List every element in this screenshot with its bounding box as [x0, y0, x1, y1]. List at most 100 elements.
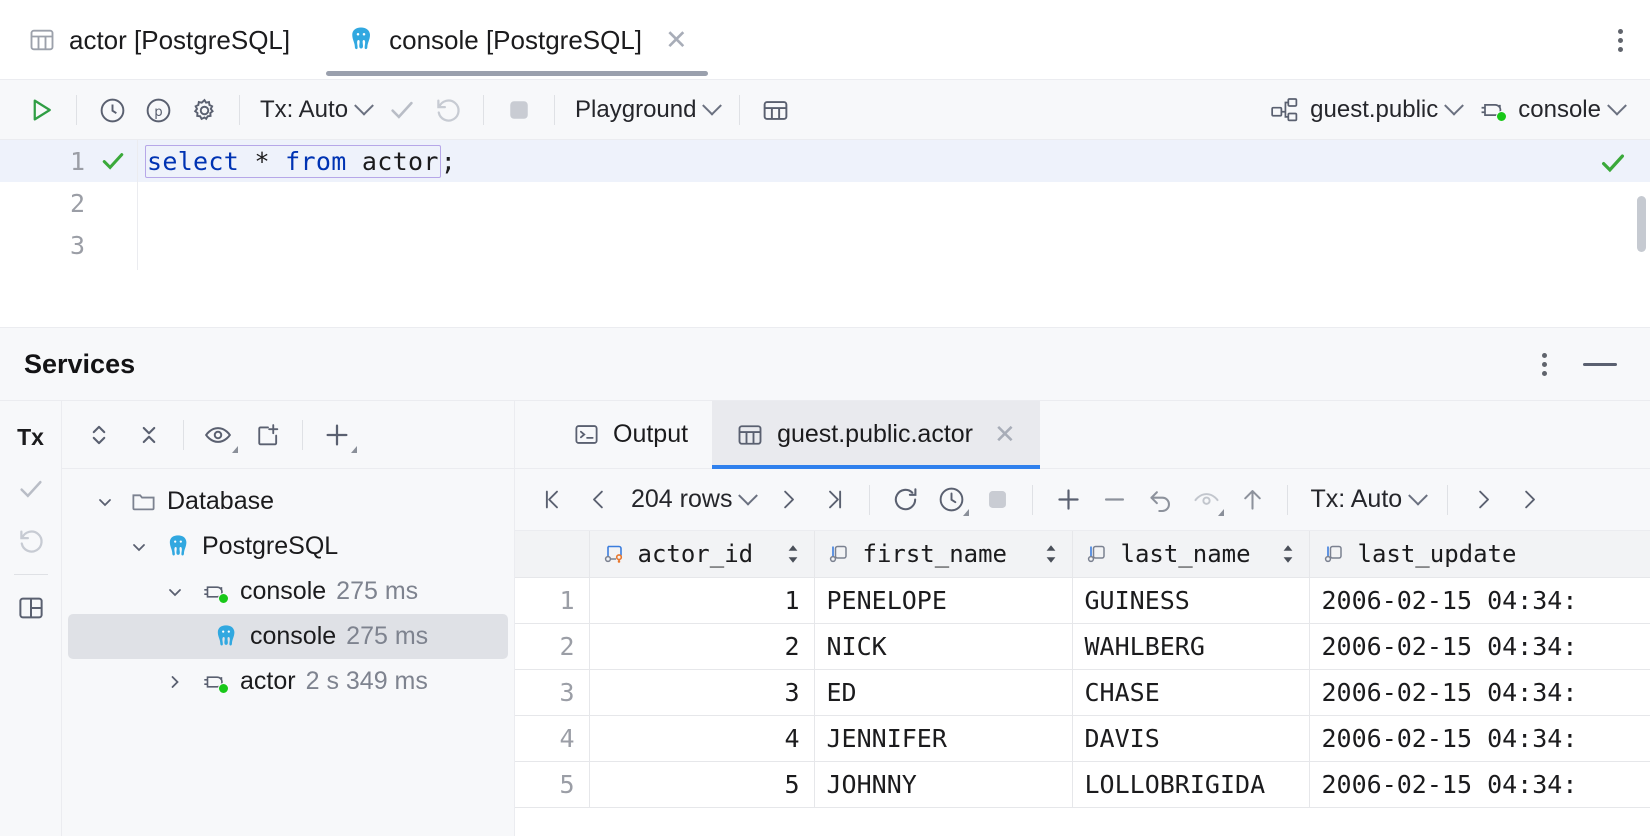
- add-icon[interactable]: [312, 410, 362, 460]
- inspection-ok-icon[interactable]: [1598, 148, 1628, 182]
- layout-icon[interactable]: [5, 582, 57, 634]
- stop-icon[interactable]: [974, 477, 1020, 523]
- cell-last_update[interactable]: 2006-02-15 04:34:: [1309, 761, 1650, 808]
- history-icon[interactable]: [89, 87, 135, 133]
- toolbar-divider: [483, 95, 485, 125]
- chevron-down-icon: [702, 95, 723, 116]
- tree-item-postgresql[interactable]: PostgreSQL: [68, 524, 508, 569]
- editor-scrollbar[interactable]: [1637, 196, 1646, 252]
- minimize-icon[interactable]: [1574, 362, 1626, 366]
- result-tab-actor-table[interactable]: guest.public.actor ✕: [712, 401, 1040, 469]
- commit-icon[interactable]: [5, 463, 57, 515]
- tree-item-label: actor: [240, 667, 296, 695]
- table-editor-icon[interactable]: [752, 87, 798, 133]
- cell-actor_id[interactable]: 5: [589, 761, 815, 808]
- cell-last_update[interactable]: 2006-02-15 04:34:: [1309, 623, 1650, 670]
- cell-last_update[interactable]: 2006-02-15 04:34:: [1309, 669, 1650, 716]
- cell-first_name[interactable]: ED: [814, 669, 1073, 716]
- session-selector[interactable]: console: [1469, 95, 1632, 124]
- prev-page-icon[interactable]: [575, 477, 621, 523]
- delete-row-icon[interactable]: [1091, 477, 1137, 523]
- cell-actor_id[interactable]: 2: [589, 623, 815, 670]
- column-header-actor_id[interactable]: actor_id: [589, 531, 815, 578]
- sort-icon[interactable]: [1042, 543, 1060, 565]
- last-page-icon[interactable]: [811, 477, 857, 523]
- column-header-last_update[interactable]: last_update: [1309, 531, 1650, 578]
- first-page-icon[interactable]: [529, 477, 575, 523]
- code-line-3[interactable]: [138, 224, 1650, 266]
- chevron-down-icon[interactable]: [160, 582, 190, 602]
- run-icon[interactable]: [18, 87, 64, 133]
- sort-icon[interactable]: [1279, 543, 1297, 565]
- rollback-icon[interactable]: [425, 87, 471, 133]
- table-row[interactable]: 4 4 JENNIFER DAVIS 2006-02-15 04:34:: [515, 715, 1650, 762]
- tree-item-console-connection[interactable]: console 275 ms: [68, 569, 508, 614]
- chevron-down-icon[interactable]: [90, 492, 120, 512]
- reload-icon[interactable]: [882, 477, 928, 523]
- cell-first_name[interactable]: JOHNNY: [814, 761, 1073, 808]
- table-row[interactable]: 2 2 NICK WAHLBERG 2006-02-15 04:34:: [515, 623, 1650, 670]
- editor-tab-actor[interactable]: actor [PostgreSQL]: [0, 0, 318, 80]
- table-row[interactable]: 1 1 PENELOPE GUINESS 2006-02-15 04:34:: [515, 577, 1650, 624]
- submit-icon[interactable]: [1229, 477, 1275, 523]
- preview-eye-icon[interactable]: [193, 410, 243, 460]
- tx-mode-rail-button[interactable]: Tx: [5, 411, 57, 463]
- row-count-selector[interactable]: 204 rows: [621, 485, 765, 514]
- settings-gear-icon[interactable]: [181, 87, 227, 133]
- commit-icon[interactable]: [379, 87, 425, 133]
- cell-actor_id[interactable]: 1: [589, 577, 815, 624]
- auto-refresh-icon[interactable]: [928, 477, 974, 523]
- table-row[interactable]: 5 5 JOHNNY LOLLOBRIGIDA 2006-02-15 04:34…: [515, 761, 1650, 808]
- cell-first_name[interactable]: PENELOPE: [814, 577, 1073, 624]
- tree-item-actor-connection[interactable]: actor 2 s 349 ms: [68, 659, 508, 704]
- sql-code-editor[interactable]: 1 2 3 select * from actor;: [0, 140, 1650, 270]
- add-row-icon[interactable]: [1045, 477, 1091, 523]
- code-text-area[interactable]: select * from actor;: [138, 140, 1650, 270]
- cell-last_name[interactable]: CHASE: [1072, 669, 1310, 716]
- editor-tab-console[interactable]: console [PostgreSQL] ✕: [318, 0, 716, 80]
- code-line-2[interactable]: [138, 182, 1650, 224]
- editor-more-options-icon[interactable]: [1590, 0, 1650, 80]
- services-more-options-icon[interactable]: [1514, 352, 1574, 376]
- grid-tx-selector[interactable]: Tx: Auto: [1300, 485, 1435, 514]
- column-header-last_name[interactable]: last_name: [1072, 531, 1310, 578]
- tx-mode-selector[interactable]: Tx: Auto: [252, 95, 379, 124]
- result-tab-output[interactable]: Output: [549, 401, 712, 468]
- cell-first_name[interactable]: JENNIFER: [814, 715, 1073, 762]
- next-page-icon[interactable]: [765, 477, 811, 523]
- cell-last_name[interactable]: DAVIS: [1072, 715, 1310, 762]
- code-line-1[interactable]: select * from actor;: [138, 140, 1650, 182]
- cell-last_update[interactable]: 2006-02-15 04:34:: [1309, 577, 1650, 624]
- expand-collapse-icon[interactable]: [74, 410, 124, 460]
- tree-item-database[interactable]: Database: [68, 479, 508, 524]
- cell-last_name[interactable]: WAHLBERG: [1072, 623, 1310, 670]
- rollback-icon[interactable]: [5, 515, 57, 567]
- collapse-all-icon[interactable]: [124, 410, 174, 460]
- cell-last_name[interactable]: LOLLOBRIGIDA: [1072, 761, 1310, 808]
- cell-actor_id[interactable]: 3: [589, 669, 815, 716]
- table-row[interactable]: 3 3 ED CHASE 2006-02-15 04:34:: [515, 669, 1650, 716]
- schema-selector[interactable]: Playground: [567, 95, 727, 124]
- revert-selected-icon[interactable]: [1183, 477, 1229, 523]
- cell-actor_id[interactable]: 4: [589, 715, 815, 762]
- cell-first_name[interactable]: NICK: [814, 623, 1073, 670]
- stop-icon[interactable]: [496, 87, 542, 133]
- cell-last_update[interactable]: 2006-02-15 04:34:: [1309, 715, 1650, 762]
- datasource-selector[interactable]: guest.public: [1263, 95, 1469, 124]
- tree-item-console-session[interactable]: console 275 ms: [68, 614, 508, 659]
- revert-icon[interactable]: [1137, 477, 1183, 523]
- close-icon[interactable]: ✕: [665, 26, 688, 54]
- next-group-icon[interactable]: [1506, 477, 1552, 523]
- chevron-down-icon[interactable]: [124, 537, 154, 557]
- close-icon[interactable]: ✕: [994, 419, 1016, 450]
- column-header-first_name[interactable]: first_name: [814, 531, 1073, 578]
- sort-icon[interactable]: [784, 543, 802, 565]
- parameters-icon[interactable]: p: [135, 87, 181, 133]
- connection-icon: [200, 580, 230, 604]
- datagrip-window: actor [PostgreSQL] console [PostgreSQL] …: [0, 0, 1650, 836]
- data-grid[interactable]: actor_id first_name last_name last_updat…: [515, 531, 1650, 836]
- cell-last_name[interactable]: GUINESS: [1072, 577, 1310, 624]
- chevron-right-icon[interactable]: [160, 672, 190, 692]
- expand-right-icon[interactable]: [1460, 477, 1506, 523]
- open-in-new-tab-icon[interactable]: [243, 410, 293, 460]
